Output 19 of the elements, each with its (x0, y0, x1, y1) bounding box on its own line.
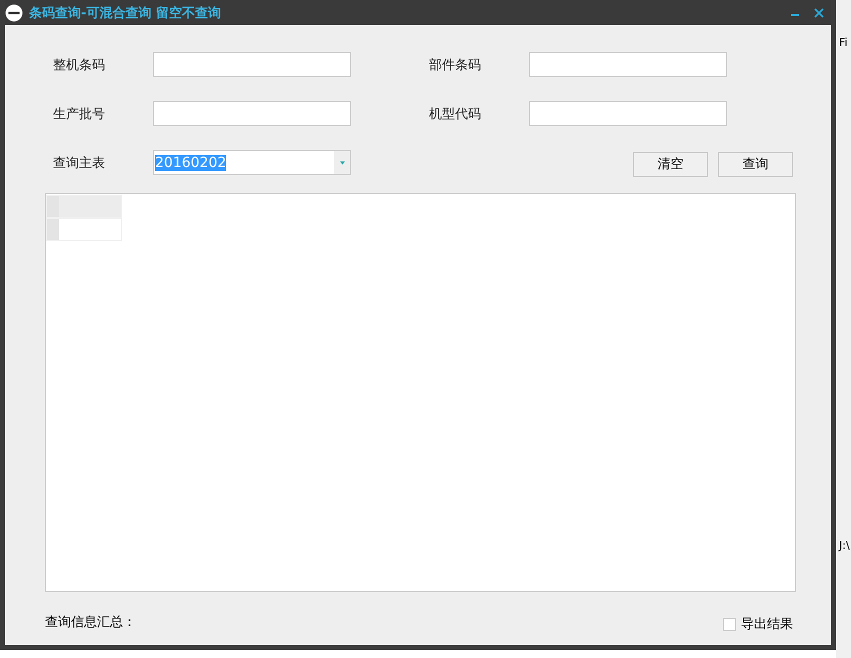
export-checkbox[interactable] (723, 618, 736, 630)
action-button[interactable]: 清空 (633, 152, 708, 176)
input-field[interactable] (529, 101, 727, 126)
path-text: J:\ (838, 539, 851, 552)
field-label: 机型代码 (428, 106, 482, 122)
close-icon[interactable] (813, 6, 825, 18)
field-label: 部件条码 (428, 56, 482, 74)
field-label: 整机条码 (52, 56, 106, 74)
checkbox-label: 导出结果 (741, 616, 793, 633)
summary-label: 查询信息汇总： (45, 614, 136, 630)
field-label: 生产批号 (52, 106, 106, 122)
action-button[interactable]: 查询 (718, 152, 793, 176)
input-field[interactable] (153, 52, 351, 77)
input-field[interactable] (153, 101, 351, 126)
field-label: 查询主表 (52, 154, 106, 172)
window-title: 条码查询-可混合查询 留空不查询 (29, 4, 221, 22)
input-field[interactable] (529, 52, 727, 77)
caret-icon (340, 160, 344, 164)
tab-text: Fi (838, 36, 849, 49)
